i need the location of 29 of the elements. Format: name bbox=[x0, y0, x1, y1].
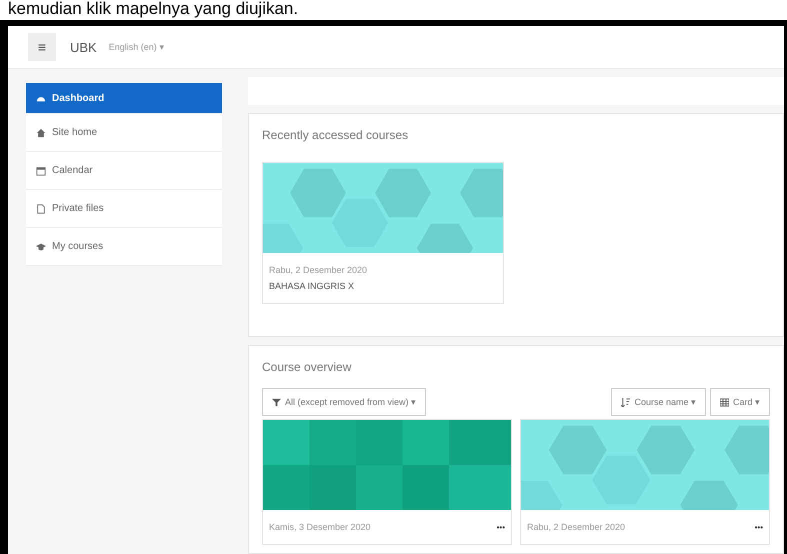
sidebar-item[interactable]: Site home bbox=[26, 114, 222, 152]
file-icon bbox=[36, 204, 46, 214]
course-date: Rabu, 2 Desember 2020 bbox=[269, 265, 368, 275]
more-menu[interactable]: ••• bbox=[754, 522, 763, 532]
grid-icon bbox=[720, 398, 729, 406]
graduation-cap-icon bbox=[36, 242, 46, 252]
home-icon bbox=[36, 128, 46, 138]
site-name[interactable]: UBK bbox=[70, 40, 97, 54]
panel-title: Course overview bbox=[262, 360, 352, 374]
view-dropdown[interactable]: Card ▾ bbox=[710, 388, 770, 416]
course-card[interactable]: Rabu, 2 Desember 2020 BAHASA INGGRIS X bbox=[262, 162, 504, 304]
course-card[interactable]: Kamis, 3 Desember 2020 ••• bbox=[262, 419, 512, 545]
sidebar-item[interactable]: Private files bbox=[26, 190, 222, 228]
filter-icon bbox=[272, 398, 281, 406]
filter-dropdown[interactable]: All (except removed from view) ▾ bbox=[262, 388, 426, 416]
sidebar-item[interactable]: My courses bbox=[26, 228, 222, 266]
panel-title: Recently accessed courses bbox=[262, 128, 410, 142]
sidebar-item[interactable]: Calendar bbox=[26, 152, 222, 190]
sort-icon bbox=[621, 398, 630, 406]
menu-button[interactable]: ≡ bbox=[28, 33, 56, 61]
more-menu[interactable]: ••• bbox=[496, 522, 505, 532]
sidebar-item[interactable]: Dashboard bbox=[26, 83, 222, 114]
course-date: Kamis, 3 Desember 2020 bbox=[269, 522, 371, 532]
course-name[interactable]: BAHASA INGGRIS X bbox=[269, 281, 497, 291]
course-date: Rabu, 2 Desember 2020 bbox=[527, 522, 626, 532]
calendar-icon bbox=[36, 166, 46, 176]
sort-dropdown[interactable]: Course name ▾ bbox=[611, 388, 706, 416]
caption-text: kemudian klik mapelnya yang diujikan. bbox=[7, 0, 300, 20]
course-card[interactable]: Rabu, 2 Desember 2020 ••• bbox=[520, 419, 770, 545]
